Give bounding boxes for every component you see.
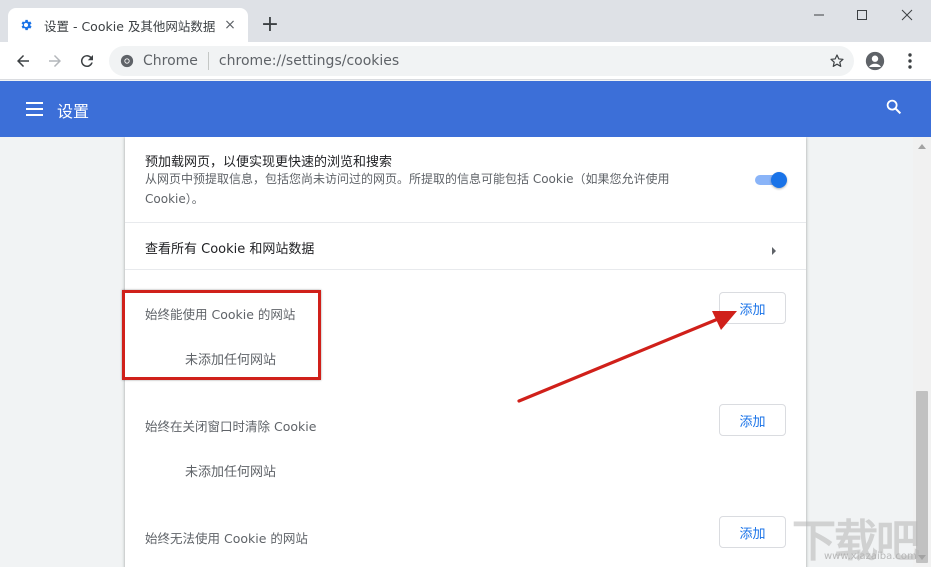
search-icon[interactable] (885, 98, 905, 118)
forward-button[interactable] (41, 47, 69, 75)
toggle-knob (771, 172, 787, 188)
omnibox-url: chrome://settings/cookies (218, 53, 400, 69)
clear-on-exit-section-label: 始终在关闭窗口时清除 Cookie (145, 419, 317, 434)
preload-toggle[interactable] (753, 172, 787, 188)
cookie-settings-card: 预加载网页，以便实现更快速的浏览和搜索 从网页中预提取信息，包括您尚未访问过的网… (125, 137, 806, 567)
clear-on-exit-empty-text: 未添加任何网站 (185, 465, 277, 480)
address-bar[interactable]: Chrome chrome://settings/cookies (109, 46, 854, 76)
browser-tab-settings-cookies[interactable]: 设置 - Cookie 及其他网站数据 × (8, 8, 248, 42)
omnibox-scheme: Chrome (143, 53, 198, 69)
see-all-cookies-row[interactable]: 查看所有 Cookie 和网站数据 (125, 223, 806, 269)
hamburger-menu-icon[interactable] (25, 99, 45, 119)
settings-gear-icon (18, 17, 34, 33)
tab-title: 设置 - Cookie 及其他网站数据 (44, 18, 216, 34)
scroll-down-arrow-icon[interactable] (913, 551, 931, 565)
preload-description: 从网页中预提取信息，包括您尚未访问过的网页。所提取的信息可能包括 Cookie（… (145, 172, 670, 206)
chrome-logo-icon (119, 53, 135, 69)
preload-title: 预加载网页，以便实现更快速的浏览和搜索 (145, 155, 393, 170)
window-close-button[interactable] (885, 0, 929, 30)
account-avatar-icon[interactable] (864, 50, 886, 72)
more-vert-icon[interactable] (898, 49, 922, 73)
omnibox-separator (207, 52, 209, 70)
scroll-up-arrow-icon[interactable] (913, 139, 931, 153)
settings-header: 设置 (0, 81, 931, 137)
scroll-thumb[interactable] (916, 391, 928, 563)
tab-strip: 设置 - Cookie 及其他网站数据 × + (0, 0, 931, 42)
tab-close-icon[interactable]: × (222, 17, 238, 33)
page-scrollbar[interactable] (913, 137, 931, 567)
reload-button[interactable] (73, 47, 101, 75)
reload-icon (80, 55, 93, 68)
browser-toolbar: Chrome chrome://settings/cookies (0, 42, 931, 80)
window-minimize-button[interactable] (797, 0, 841, 30)
back-button[interactable] (9, 47, 37, 75)
chevron-right-icon (770, 241, 778, 255)
new-tab-button[interactable]: + (258, 13, 282, 37)
bookmark-star-icon[interactable] (828, 52, 846, 70)
divider (125, 269, 806, 270)
add-clear-on-exit-site-button[interactable]: 添加 (719, 404, 786, 436)
allow-section-label: 始终能使用 Cookie 的网站 (145, 307, 296, 322)
see-all-cookies-label: 查看所有 Cookie 和网站数据 (145, 242, 315, 257)
page-title: 设置 (57, 102, 90, 121)
arrow-right-icon (49, 55, 61, 67)
block-section-label: 始终无法使用 Cookie 的网站 (145, 531, 308, 546)
settings-content: 预加载网页，以便实现更快速的浏览和搜索 从网页中预提取信息，包括您尚未访问过的网… (0, 137, 913, 567)
allow-empty-text: 未添加任何网站 (185, 353, 277, 368)
window-maximize-button[interactable] (840, 0, 884, 30)
add-allow-site-button[interactable]: 添加 (719, 292, 786, 324)
add-block-site-button[interactable]: 添加 (719, 516, 786, 548)
arrow-left-icon (17, 55, 29, 67)
